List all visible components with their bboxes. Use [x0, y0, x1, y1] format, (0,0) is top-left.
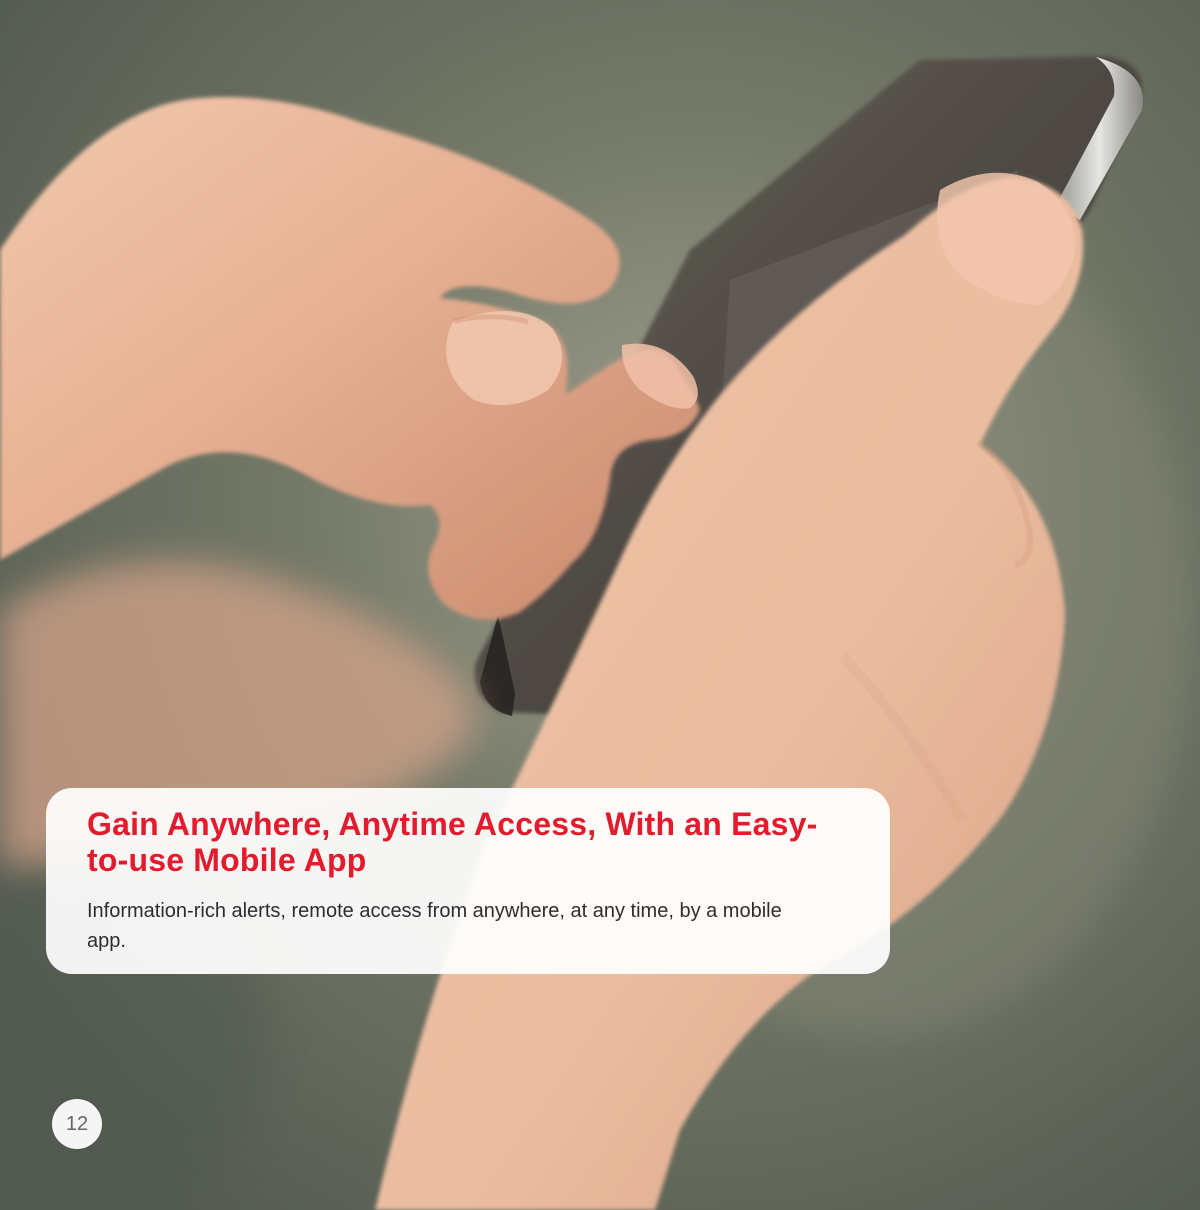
caption-body: Information-rich alerts, remote access f… [87, 900, 782, 952]
caption-card: Gain Anywhere, Anytime Access, With an E… [46, 788, 890, 974]
caption-title: Gain Anywhere, Anytime Access, With an E… [87, 806, 818, 878]
brochure-page: Gain Anywhere, Anytime Access, With an E… [0, 0, 1200, 1210]
hands-holding-phone-photo [0, 0, 1200, 1210]
page-number: 12 [52, 1099, 102, 1149]
